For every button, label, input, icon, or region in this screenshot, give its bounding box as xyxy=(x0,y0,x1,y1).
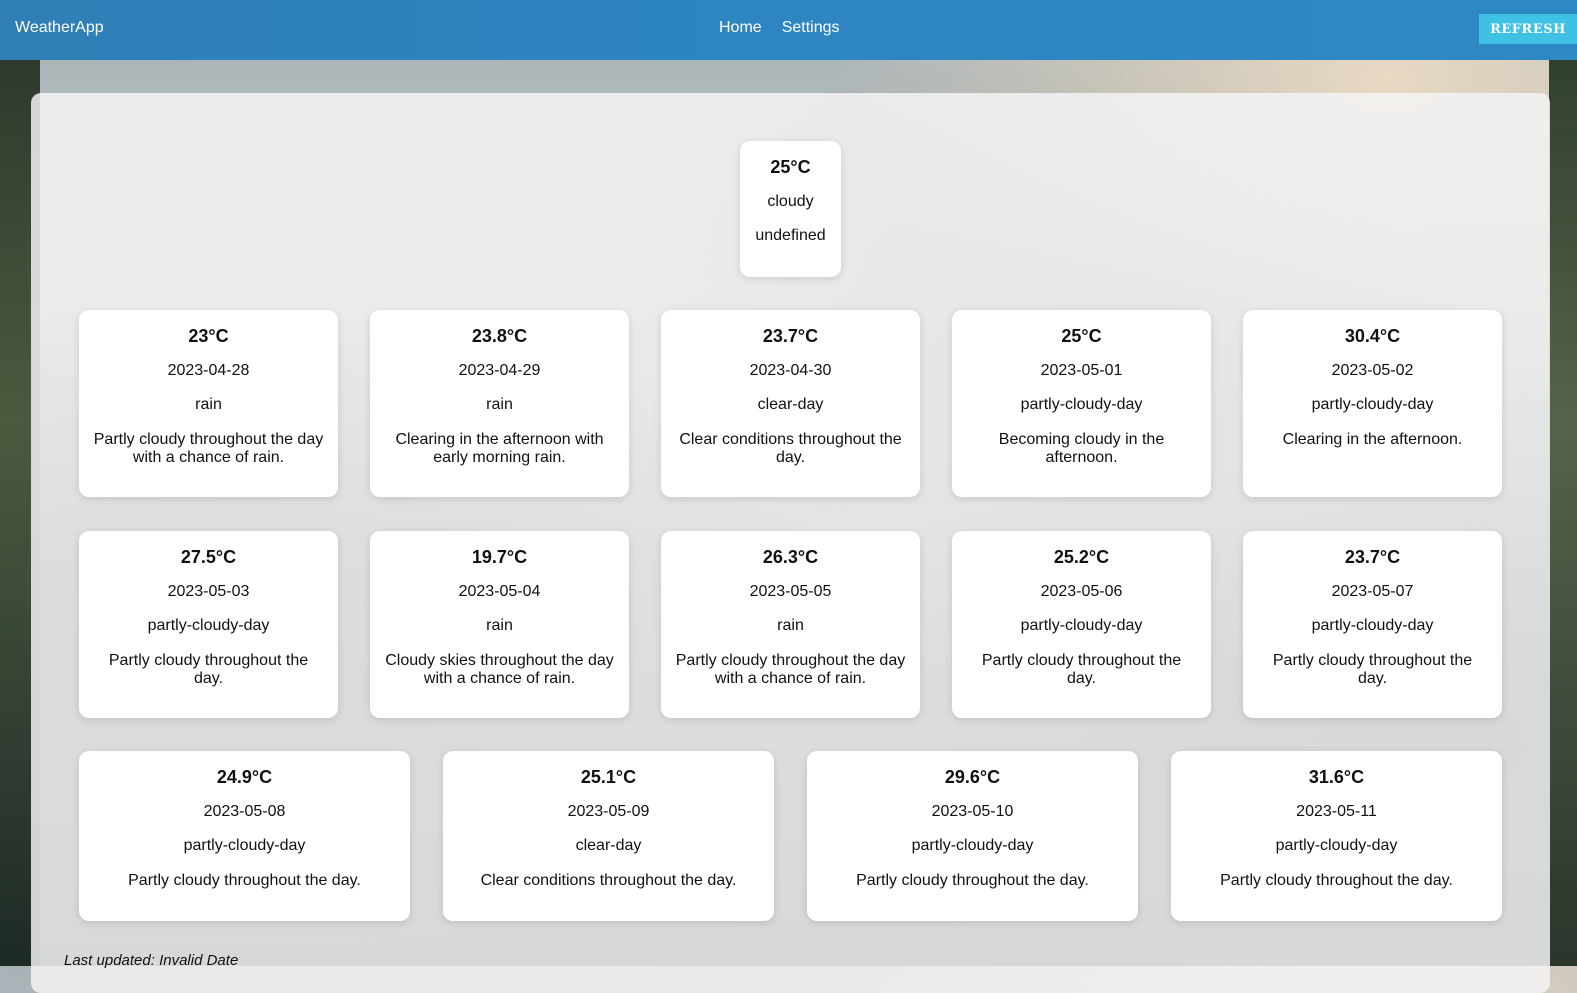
forecast-date: 2023-05-06 xyxy=(1040,583,1123,600)
forecast-date: 2023-05-09 xyxy=(567,803,650,820)
forecast-temp: 29.6°C xyxy=(944,767,1001,787)
forecast-icon-name: clear-day xyxy=(575,837,642,854)
main-nav: Home Settings xyxy=(719,19,840,37)
forecast-icon-name: partly-cloudy-day xyxy=(1020,617,1143,634)
forecast-description: Becoming cloudy in the afternoon. xyxy=(998,431,1165,466)
forecast-icon-name: partly-cloudy-day xyxy=(1020,396,1143,413)
forecast-date: 2023-05-02 xyxy=(1331,362,1414,379)
current-temp: 25°C xyxy=(770,157,811,177)
forecast-icon-name: partly-cloudy-day xyxy=(1275,837,1398,854)
forecast-card: 23°C 2023-04-28 rain Partly cloudy througho… xyxy=(79,310,338,497)
forecast-date: 2023-05-08 xyxy=(203,803,286,820)
forecast-card: 25.1°C 2023-05-09 clear-day Clear condition… xyxy=(443,751,774,921)
current-weather-card: 25°C cloudy undefined xyxy=(740,141,841,277)
forecast-description: Partly cloudy throughout the day. xyxy=(981,652,1182,687)
forecast-description: Cloudy skies throughout the day with a c… xyxy=(385,652,614,687)
forecast-temp: 23.7°C xyxy=(1344,547,1401,567)
forecast-date: 2023-05-11 xyxy=(1296,803,1377,820)
forecast-icon-name: partly-cloudy-day xyxy=(183,837,306,854)
forecast-date: 2023-04-29 xyxy=(458,362,541,379)
forecast-date: 2023-05-03 xyxy=(167,583,250,600)
forecast-temp: 27.5°C xyxy=(180,547,237,567)
forecast-icon-name: rain xyxy=(195,396,222,413)
forecast-description: Clear conditions throughout the day. xyxy=(480,872,737,889)
app-header: WeatherApp Home Settings REFRESH xyxy=(0,0,1577,60)
refresh-button[interactable]: REFRESH xyxy=(1479,14,1577,44)
forecast-icon-name: rain xyxy=(486,617,513,634)
forecast-card: 24.9°C 2023-05-08 partly-cloudy-day Partly … xyxy=(79,751,410,921)
forecast-card: 31.6°C 2023-05-11 partly-cloudy-day Partly … xyxy=(1171,751,1502,921)
forecast-date: 2023-05-05 xyxy=(749,583,832,600)
forecast-date: 2023-05-10 xyxy=(931,803,1014,820)
app-brand[interactable]: WeatherApp xyxy=(15,19,104,37)
forecast-temp: 26.3°C xyxy=(762,547,819,567)
forecast-card: 27.5°C 2023-05-03 partly-cloudy-day Partly … xyxy=(79,531,338,718)
forecast-card: 23.7°C 2023-05-07 partly-cloudy-day Partly … xyxy=(1243,531,1502,718)
forecast-date: 2023-04-30 xyxy=(749,362,832,379)
forecast-temp: 23°C xyxy=(188,326,229,346)
forecast-description: Partly cloudy throughout the day. xyxy=(128,872,361,889)
forecast-description: Partly cloudy throughout the day. xyxy=(856,872,1089,889)
forecast-description: Partly cloudy throughout the day. xyxy=(108,652,309,687)
forecast-temp: 19.7°C xyxy=(471,547,528,567)
nav-home-link[interactable]: Home xyxy=(719,19,762,37)
forecast-card: 25°C 2023-05-01 partly-cloudy-day Becoming … xyxy=(952,310,1211,497)
forecast-description: Partly cloudy throughout the day with a … xyxy=(675,652,906,687)
forecast-icon-name: clear-day xyxy=(757,396,824,413)
forecast-icon-name: partly-cloudy-day xyxy=(911,837,1034,854)
forecast-card: 23.8°C 2023-04-29 rain Clearing in the afte… xyxy=(370,310,629,497)
forecast-description: Clearing in the afternoon with early mor… xyxy=(395,431,604,466)
current-condition: cloudy xyxy=(767,193,814,210)
forecast-date: 2023-04-28 xyxy=(167,362,250,379)
forecast-icon-name: partly-cloudy-day xyxy=(1311,396,1434,413)
forecast-temp: 23.7°C xyxy=(762,326,819,346)
forecast-card: 19.7°C 2023-05-04 rain Cloudy skies through… xyxy=(370,531,629,718)
nav-settings-link[interactable]: Settings xyxy=(782,19,840,37)
current-extra: undefined xyxy=(755,227,826,244)
forecast-icon-name: partly-cloudy-day xyxy=(147,617,270,634)
forecast-card: 23.7°C 2023-04-30 clear-day Clear condition… xyxy=(661,310,920,497)
forecast-date: 2023-05-01 xyxy=(1040,362,1123,379)
forecast-description: Partly cloudy throughout the day with a … xyxy=(93,431,324,466)
forecast-temp: 25°C xyxy=(1061,326,1102,346)
forecast-card: 25.2°C 2023-05-06 partly-cloudy-day Partly … xyxy=(952,531,1211,718)
forecast-card: 29.6°C 2023-05-10 partly-cloudy-day Partly … xyxy=(807,751,1138,921)
forecast-description: Clearing in the afternoon. xyxy=(1282,431,1463,448)
last-updated-text: Last updated: Invalid Date xyxy=(64,952,239,969)
forecast-date: 2023-05-04 xyxy=(458,583,541,600)
forecast-icon-name: partly-cloudy-day xyxy=(1311,617,1434,634)
background-trees-right xyxy=(1549,60,1577,966)
forecast-card: 26.3°C 2023-05-05 rain Partly cloudy throug… xyxy=(661,531,920,718)
forecast-card: 30.4°C 2023-05-02 partly-cloudy-day Clearin… xyxy=(1243,310,1502,497)
forecast-date: 2023-05-07 xyxy=(1331,583,1414,600)
forecast-description: Partly cloudy throughout the day. xyxy=(1220,872,1453,889)
forecast-description: Clear conditions throughout the day. xyxy=(679,431,902,466)
forecast-temp: 31.6°C xyxy=(1308,767,1365,787)
forecast-temp: 24.9°C xyxy=(216,767,273,787)
forecast-temp: 30.4°C xyxy=(1344,326,1401,346)
forecast-temp: 23.8°C xyxy=(471,326,528,346)
forecast-icon-name: rain xyxy=(777,617,804,634)
forecast-description: Partly cloudy throughout the day. xyxy=(1272,652,1473,687)
forecast-temp: 25.2°C xyxy=(1053,547,1110,567)
forecast-temp: 25.1°C xyxy=(580,767,637,787)
forecast-icon-name: rain xyxy=(486,396,513,413)
